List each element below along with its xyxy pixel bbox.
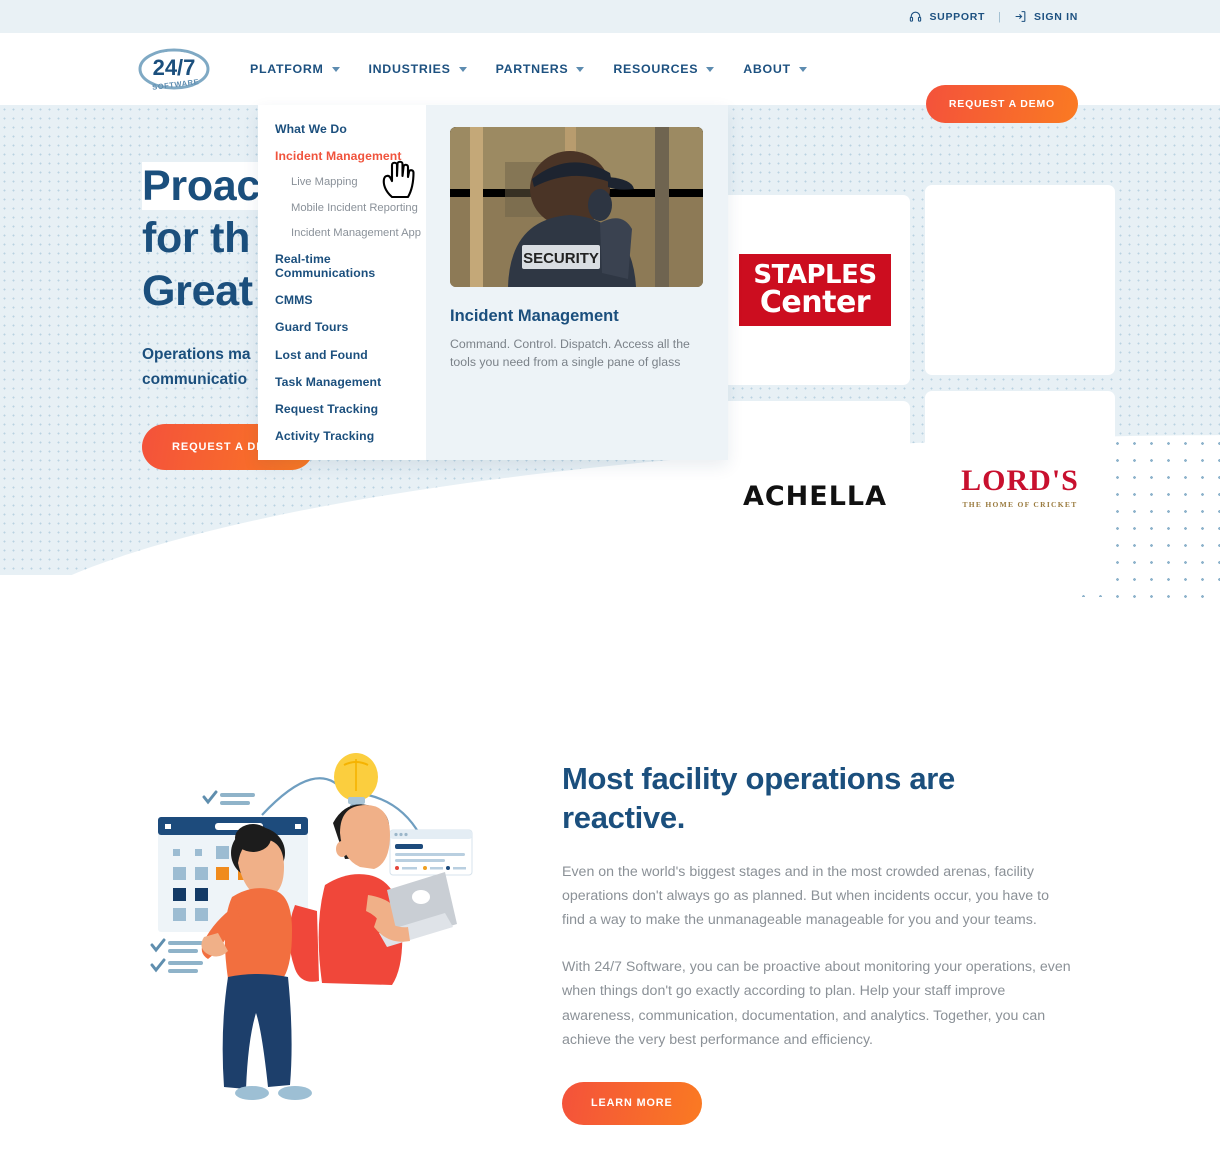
hero-heading-line-1: Proac (142, 162, 261, 210)
dropdown-item-lost-and-found[interactable]: Lost and Found (275, 348, 426, 362)
lords-text: LORD'S (961, 463, 1079, 497)
nav-item-partners[interactable]: PARTNERS (496, 62, 585, 76)
chevron-down-icon (576, 66, 585, 72)
logo-card-coachella: ACHELLA (720, 401, 910, 591)
main-nav: PLATFORM INDUSTRIES PARTNERS RESOURCES A… (250, 33, 807, 105)
customer-logo-grid: STAPLES Center ACHELLA ✻ UBS Arena (720, 185, 1135, 665)
brand-logo[interactable]: 24/7 SOFTWARE (138, 45, 210, 93)
logo-column-right: LORD'S THE HOME OF CRICKET GLEN HELEN AM… (925, 185, 1115, 665)
lords-tagline: THE HOME OF CRICKET (962, 499, 1078, 509)
nav-item-industries[interactable]: INDUSTRIES (369, 62, 467, 76)
feature-heading: Most facility operations are reactive. (562, 761, 955, 835)
support-link[interactable]: SUPPORT (909, 10, 985, 23)
topbar-separator: | (998, 10, 1001, 23)
feature-paragraph-1: Even on the world's biggest stages and i… (562, 863, 1049, 929)
chevron-down-icon (706, 66, 715, 72)
nav-label: ABOUT (743, 62, 791, 76)
page-root: SUPPORT | SIGN IN 24/7 SOFTWARE PLATFORM… (0, 0, 1220, 1150)
logo-card-placeholder-top (925, 185, 1115, 375)
security-badge-text: SECURITY (523, 250, 599, 267)
learn-more-button[interactable]: LEARN MORE (562, 1082, 702, 1126)
signin-link[interactable]: SIGN IN (1014, 10, 1078, 23)
team-planning-illustration (140, 745, 510, 1125)
header-request-demo-button[interactable]: REQUEST A DEMO (925, 85, 1078, 123)
nav-item-resources[interactable]: RESOURCES (613, 62, 715, 76)
nav-label: PLATFORM (250, 62, 324, 76)
logo-card-staples-center: STAPLES Center (720, 195, 910, 385)
utility-topbar: SUPPORT | SIGN IN (0, 0, 1220, 33)
logo-card-ubs-arena: ✻ UBS Arena (720, 607, 910, 665)
coachella-logo: ACHELLA (742, 480, 888, 512)
feature-text-block: Most facility operations are reactive. E… (562, 760, 1072, 1126)
feature-section: Most facility operations are reactive. E… (0, 690, 1220, 1150)
chevron-down-icon (458, 66, 467, 72)
dropdown-item-cmms[interactable]: CMMS (275, 293, 426, 307)
support-label: SUPPORT (929, 10, 986, 23)
dropdown-item-activity-tracking[interactable]: Activity Tracking (275, 429, 426, 443)
nav-label: PARTNERS (495, 62, 569, 76)
chevron-down-icon (798, 66, 807, 72)
dropdown-item-task-management[interactable]: Task Management (275, 375, 426, 389)
sign-in-arrow-icon (1014, 10, 1027, 23)
security-guard-radio-photo: SECURITY (450, 127, 703, 287)
headphones-icon (909, 10, 922, 23)
logo-column-left: STAPLES Center ACHELLA ✻ UBS Arena (720, 195, 910, 665)
platform-mega-dropdown: What We Do Incident Management Live Mapp… (258, 105, 728, 460)
nav-item-about[interactable]: ABOUT (743, 62, 807, 76)
logo-card-glen-helen: GLEN HELEN AMPHITHEATER (925, 597, 1115, 665)
chevron-down-icon (331, 66, 340, 72)
staples-line-2: Center (759, 285, 871, 320)
staples-center-logo: STAPLES Center (739, 254, 891, 326)
signin-label: SIGN IN (1034, 10, 1078, 23)
dropdown-item-what-we-do[interactable]: What We Do (275, 122, 426, 136)
nav-label: RESOURCES (613, 62, 699, 76)
feature-paragraph-2: With 24/7 Software, you can be proactive… (562, 958, 1071, 1049)
pointing-hand-cursor-icon (378, 157, 420, 207)
dropdown-item-request-tracking[interactable]: Request Tracking (275, 402, 426, 416)
site-header: 24/7 SOFTWARE PLATFORM INDUSTRIES PARTNE… (0, 33, 1220, 123)
nav-item-platform[interactable]: PLATFORM (250, 62, 340, 76)
dropdown-panel-description: Command. Control. Dispatch. Access all t… (450, 337, 690, 369)
logo-card-lords: LORD'S THE HOME OF CRICKET (925, 391, 1115, 581)
nav-label: INDUSTRIES (368, 62, 451, 76)
dropdown-panel-title: Incident Management (450, 307, 619, 325)
logo-main-text: 24/7 (153, 55, 196, 80)
dropdown-subitem-incident-management-app[interactable]: Incident Management App (291, 227, 426, 239)
lords-logo: LORD'S THE HOME OF CRICKET (961, 464, 1079, 509)
dropdown-item-real-time-communications[interactable]: Real-time Communications (275, 252, 426, 280)
dropdown-preview-panel: SECURITY Incident Management Command. Co… (426, 105, 728, 460)
dropdown-item-guard-tours[interactable]: Guard Tours (275, 320, 426, 334)
